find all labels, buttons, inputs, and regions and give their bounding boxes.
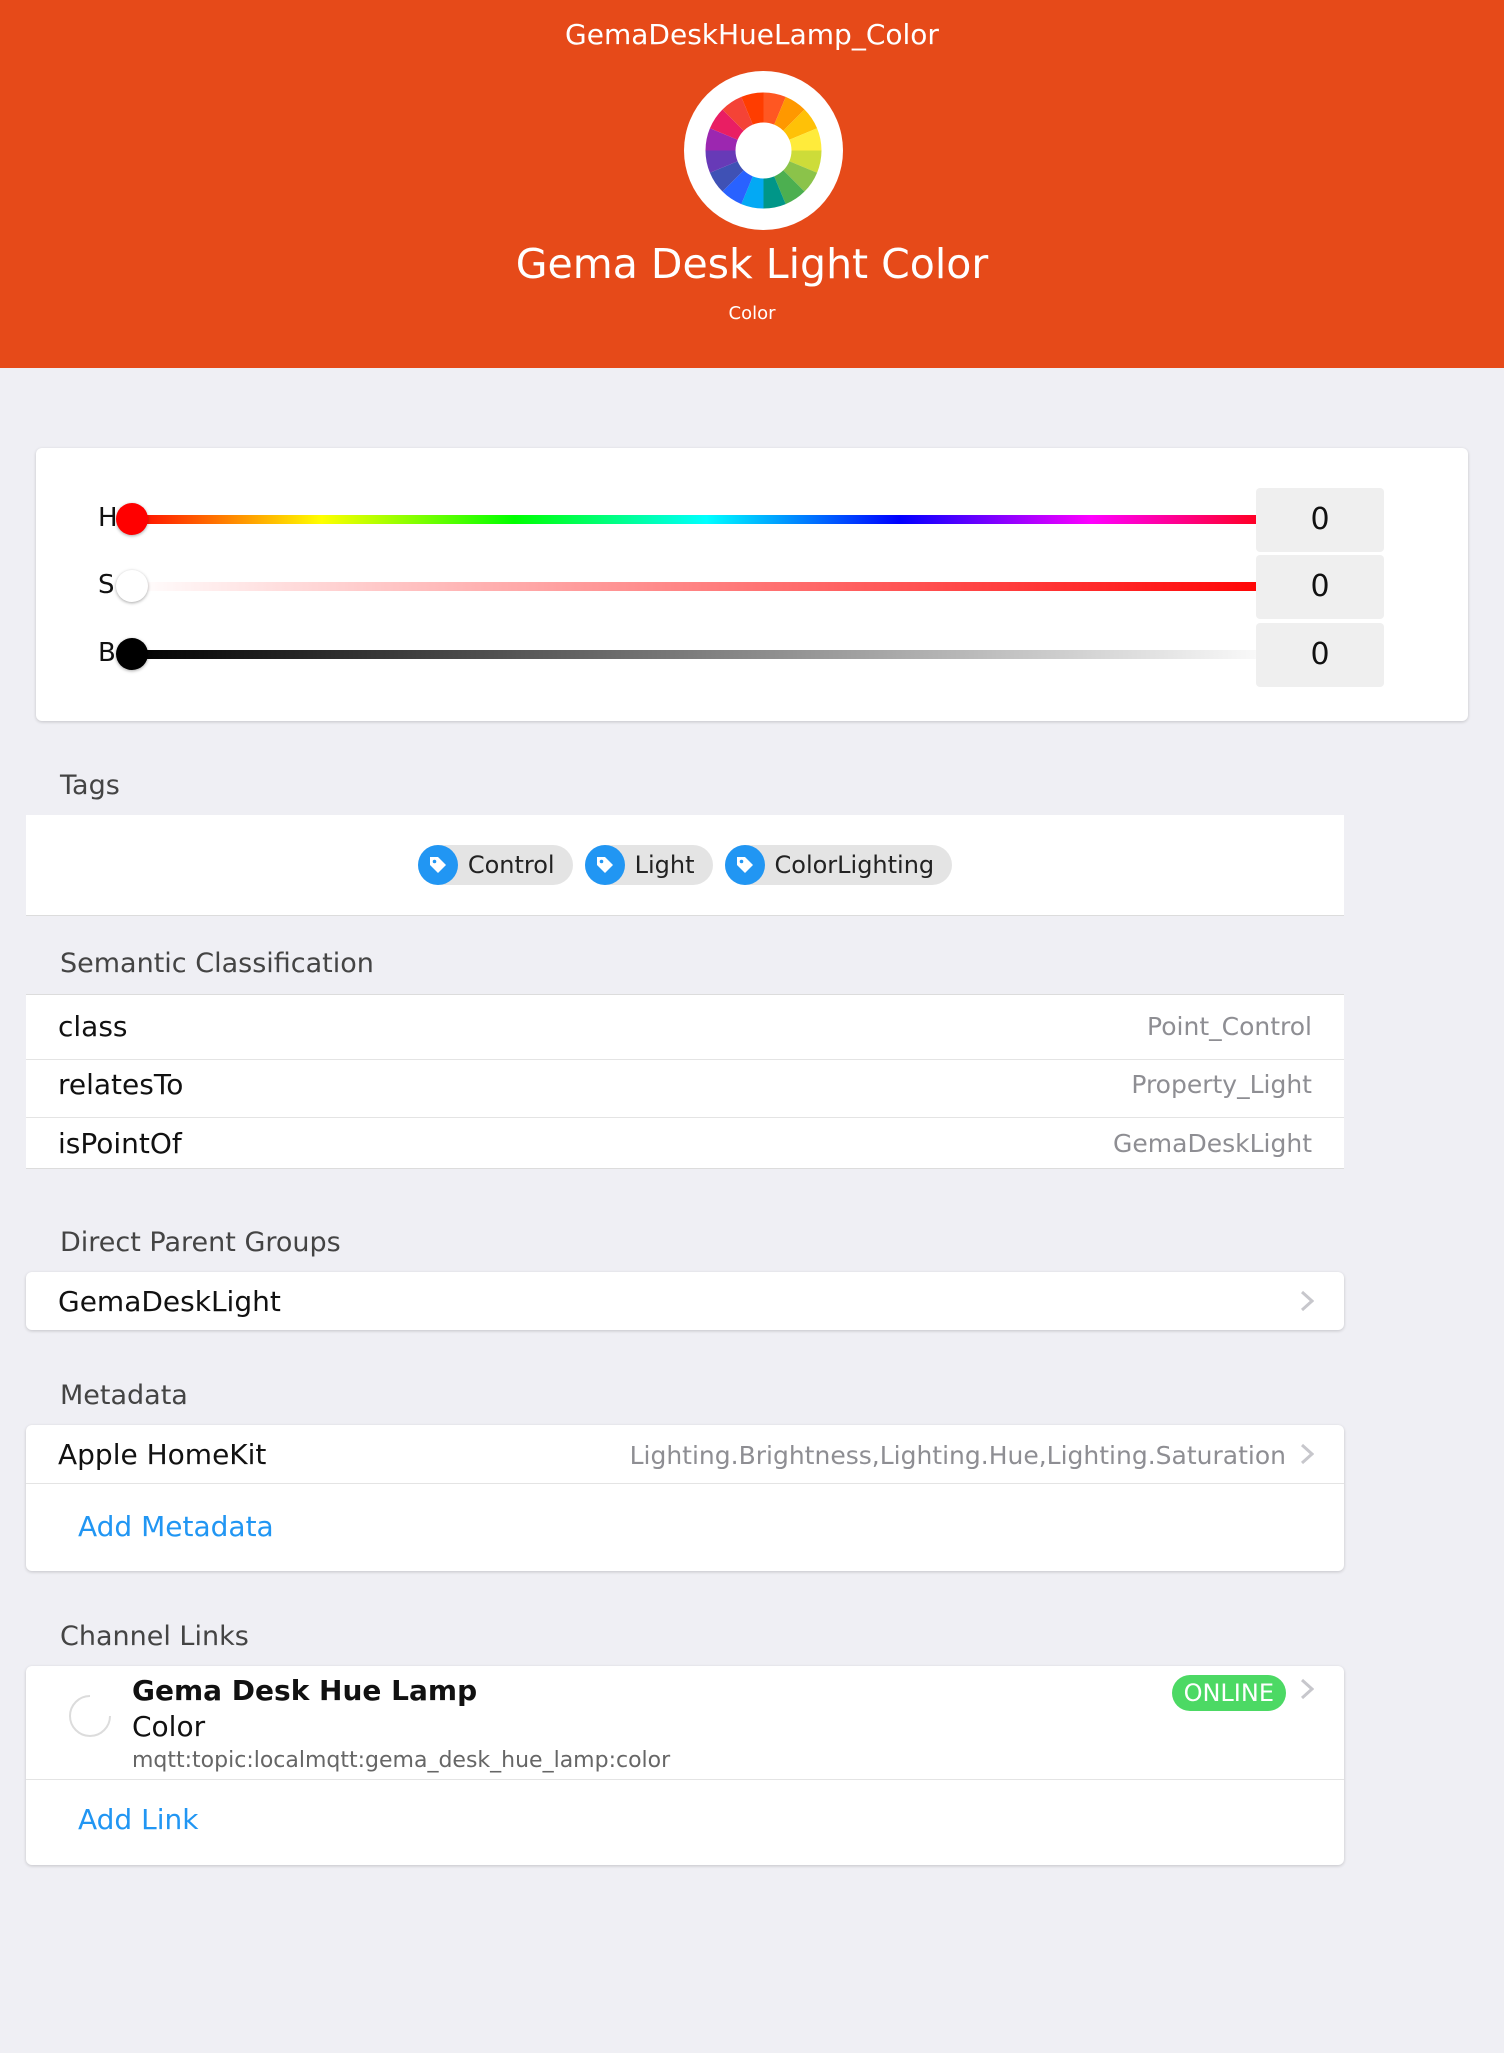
saturation-value-input[interactable]: 0 [1256, 555, 1384, 619]
channel-links-list: Gema Desk Hue Lamp Color mqtt:topic:loca… [26, 1666, 1344, 1865]
item-name: GemaDeskHueLamp_Color [565, 18, 939, 51]
metadata-namespace: Apple HomeKit [58, 1438, 267, 1471]
semantic-value: Property_Light [1131, 1070, 1312, 1099]
color-wheel-icon [684, 71, 843, 230]
tag-chip: Control [417, 845, 573, 885]
item-label: Gema Desk Light Color [515, 240, 989, 288]
metadata-list: Apple HomeKit Lighting.Brightness,Lighti… [26, 1425, 1344, 1571]
brightness-value-input[interactable]: 0 [1256, 623, 1384, 687]
channel-label: Color [132, 1710, 206, 1743]
channel-uid: mqtt:topic:localmqtt:gema_desk_hue_lamp:… [132, 1748, 671, 1773]
chevron-right-icon [1300, 1678, 1314, 1700]
metadata-row-homekit[interactable]: Apple HomeKit Lighting.Brightness,Lighti… [26, 1425, 1344, 1484]
semantic-key: relatesTo [58, 1068, 184, 1101]
tag-label: Light [634, 851, 695, 879]
hue-value-input[interactable]: 0 [1256, 488, 1384, 552]
semantic-value: GemaDeskLight [1113, 1129, 1312, 1158]
loading-spinner-icon [69, 1695, 111, 1737]
add-link-button[interactable]: Add Link [78, 1803, 198, 1836]
saturation-knob[interactable] [116, 570, 148, 602]
item-header: GemaDeskHueLamp_Color Gema Desk Light Co… [0, 0, 1504, 368]
brightness-slider-row: B 0 [36, 622, 1468, 687]
parent-groups-list: GemaDeskLight [26, 1272, 1344, 1330]
tag-icon [724, 845, 765, 885]
brightness-label: B [98, 638, 116, 668]
semantic-key: class [58, 1010, 128, 1043]
saturation-track[interactable] [129, 582, 1284, 591]
hue-track[interactable] [129, 515, 1284, 524]
color-control-card: H 0 S 0 B 0 [36, 448, 1468, 721]
semantic-row-ispointof: isPointOf GemaDeskLight [26, 1112, 1344, 1176]
semantic-list: class Point_Control relatesTo Property_L… [26, 994, 1344, 1169]
chevron-right-icon [1300, 1443, 1314, 1465]
hue-label: H [98, 503, 118, 533]
brightness-knob[interactable] [116, 638, 148, 670]
tag-chip: Light [584, 845, 713, 885]
semantic-row-class: class Point_Control [26, 995, 1344, 1060]
chevron-right-icon [1300, 1290, 1314, 1312]
semantic-row-relatesto: relatesTo Property_Light [26, 1053, 1344, 1118]
tag-label: Control [467, 851, 555, 879]
add-metadata-button[interactable]: Add Metadata [78, 1510, 274, 1543]
brightness-track[interactable] [129, 650, 1284, 659]
hue-slider-row: H 0 [36, 487, 1468, 552]
channel-links-title: Channel Links [60, 1621, 249, 1652]
metadata-value: Lighting.Brightness,Lighting.Hue,Lightin… [629, 1441, 1286, 1470]
status-badge: ONLINE [1171, 1675, 1286, 1711]
semantic-key: isPointOf [58, 1127, 182, 1160]
tags-title: Tags [60, 770, 120, 801]
saturation-label: S [98, 570, 115, 600]
semantic-value: Point_Control [1147, 1012, 1312, 1041]
metadata-title: Metadata [60, 1380, 188, 1411]
tag-icon [584, 845, 625, 885]
hue-knob[interactable] [116, 503, 148, 535]
tag-label: ColorLighting [774, 851, 935, 879]
channel-thing-label: Gema Desk Hue Lamp [132, 1674, 478, 1707]
tags-block: Control Light ColorLighting [26, 815, 1344, 916]
channel-link-item[interactable]: Gema Desk Hue Lamp Color mqtt:topic:loca… [26, 1666, 1344, 1780]
semantic-title: Semantic Classification [60, 948, 374, 979]
tag-chip: ColorLighting [724, 845, 953, 885]
item-category: Color [728, 303, 776, 324]
parent-groups-title: Direct Parent Groups [60, 1227, 341, 1258]
parent-group-item[interactable]: GemaDeskLight [26, 1272, 1344, 1330]
saturation-slider-row: S 0 [36, 554, 1468, 619]
parent-group-name: GemaDeskLight [58, 1285, 281, 1318]
tag-icon [417, 845, 458, 885]
